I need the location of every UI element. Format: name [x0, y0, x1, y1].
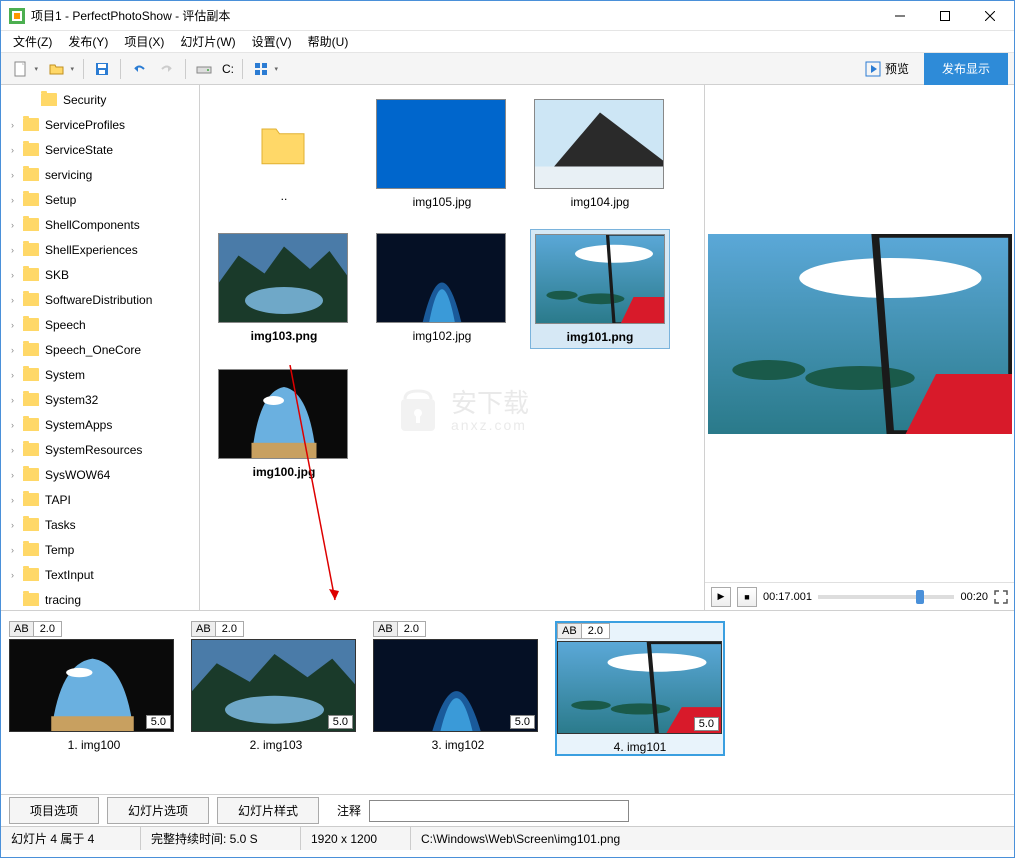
tree-item[interactable]: ›SKB: [1, 262, 199, 287]
preview-panel: ▶ ■ 00:17.001 00:20: [704, 85, 1014, 610]
slide-item[interactable]: AB2.0 5.0 3. img102: [373, 621, 543, 756]
timeline-panel[interactable]: AB2.0 5.0 1. img100AB2.0 5.0 2. img103AB…: [1, 610, 1014, 794]
menu-帮助(U)[interactable]: 帮助(U): [300, 31, 357, 52]
view-mode-button[interactable]: [248, 56, 282, 82]
tree-item[interactable]: ›Tasks: [1, 512, 199, 537]
open-button[interactable]: [44, 56, 78, 82]
menubar: 文件(Z)发布(Y)项目(X)幻灯片(W)设置(V)帮助(U): [1, 31, 1014, 53]
titlebar: 项目1 - PerfectPhotoShow - 评估副本: [1, 1, 1014, 31]
tree-item[interactable]: tracing: [1, 587, 199, 610]
slide-options-button[interactable]: 幻灯片选项: [107, 797, 209, 824]
bottom-controls: 项目选项 幻灯片选项 幻灯片样式 注释: [1, 794, 1014, 826]
tree-item[interactable]: ›Temp: [1, 537, 199, 562]
tree-item[interactable]: ›SystemApps: [1, 412, 199, 437]
menu-文件(Z)[interactable]: 文件(Z): [5, 31, 60, 52]
status-slide-count: 幻灯片 4 属于 4: [1, 827, 141, 850]
minimize-button[interactable]: [877, 2, 922, 30]
tree-item[interactable]: ›Speech_OneCore: [1, 337, 199, 362]
thumb-item[interactable]: img100.jpg: [214, 365, 354, 483]
maximize-button[interactable]: [922, 2, 967, 30]
thumb-item[interactable]: ..: [214, 95, 354, 213]
app-icon: [9, 8, 25, 24]
tree-item[interactable]: ›System: [1, 362, 199, 387]
time-slider[interactable]: [818, 595, 955, 599]
preview-button[interactable]: 预览: [854, 55, 920, 82]
tree-item[interactable]: ›TAPI: [1, 487, 199, 512]
thumb-item[interactable]: img103.png: [214, 229, 354, 349]
tree-item[interactable]: ›ServiceProfiles: [1, 112, 199, 137]
tree-item[interactable]: ›ShellComponents: [1, 212, 199, 237]
undo-button[interactable]: [126, 56, 152, 82]
status-duration: 完整持续时间: 5.0 S: [141, 827, 301, 850]
time-total: 00:20: [960, 591, 988, 603]
stop-button[interactable]: ■: [737, 587, 757, 607]
tree-item[interactable]: ›SoftwareDistribution: [1, 287, 199, 312]
drive-label: C:: [222, 62, 234, 76]
slide-item[interactable]: AB2.0 5.0 4. img101: [555, 621, 725, 756]
menu-项目(X)[interactable]: 项目(X): [116, 31, 172, 52]
folder-tree[interactable]: Security›ServiceProfiles›ServiceState›se…: [1, 85, 200, 610]
tree-item[interactable]: ›SystemResources: [1, 437, 199, 462]
thumb-item[interactable]: img102.jpg: [372, 229, 512, 349]
menu-设置(V)[interactable]: 设置(V): [244, 31, 300, 52]
drive-icon[interactable]: [191, 56, 217, 82]
fullscreen-icon[interactable]: [994, 590, 1008, 604]
tree-item[interactable]: ›Speech: [1, 312, 199, 337]
window-title: 项目1 - PerfectPhotoShow - 评估副本: [31, 7, 877, 24]
tree-item[interactable]: Security: [1, 87, 199, 112]
note-input[interactable]: [369, 800, 629, 822]
project-options-button[interactable]: 项目选项: [9, 797, 99, 824]
thumb-item[interactable]: img105.jpg: [372, 95, 512, 213]
publish-button[interactable]: 发布显示: [924, 53, 1008, 85]
tree-item[interactable]: ›SysWOW64: [1, 462, 199, 487]
time-current: 00:17.001: [763, 591, 812, 603]
save-button[interactable]: [89, 56, 115, 82]
new-button[interactable]: [8, 56, 42, 82]
tree-item[interactable]: ›System32: [1, 387, 199, 412]
statusbar: 幻灯片 4 属于 4 完整持续时间: 5.0 S 1920 x 1200 C:\…: [1, 826, 1014, 850]
thumb-item[interactable]: img101.png: [530, 229, 670, 349]
slide-style-button[interactable]: 幻灯片样式: [217, 797, 319, 824]
close-button[interactable]: [967, 2, 1012, 30]
tree-item[interactable]: ›ServiceState: [1, 137, 199, 162]
thumb-item[interactable]: img104.jpg: [530, 95, 670, 213]
tree-item[interactable]: ›ShellExperiences: [1, 237, 199, 262]
tree-item[interactable]: ›Setup: [1, 187, 199, 212]
play-button[interactable]: ▶: [711, 587, 731, 607]
thumbnail-panel[interactable]: ..img105.jpgimg104.jpg img103.pngimg102.j…: [200, 85, 704, 610]
toolbar: C: 预览 发布显示: [1, 53, 1014, 85]
play-icon: [865, 61, 881, 77]
note-label: 注释: [337, 802, 361, 819]
status-resolution: 1920 x 1200: [301, 827, 411, 850]
status-path: C:\Windows\Web\Screen\img101.png: [411, 827, 1014, 850]
tree-item[interactable]: ›servicing: [1, 162, 199, 187]
preview-image: [705, 85, 1014, 582]
slide-item[interactable]: AB2.0 5.0 2. img103: [191, 621, 361, 756]
menu-发布(Y)[interactable]: 发布(Y): [60, 31, 116, 52]
menu-幻灯片(W)[interactable]: 幻灯片(W): [172, 31, 243, 52]
tree-item[interactable]: ›TextInput: [1, 562, 199, 587]
slide-item[interactable]: AB2.0 5.0 1. img100: [9, 621, 179, 756]
redo-button[interactable]: [154, 56, 180, 82]
